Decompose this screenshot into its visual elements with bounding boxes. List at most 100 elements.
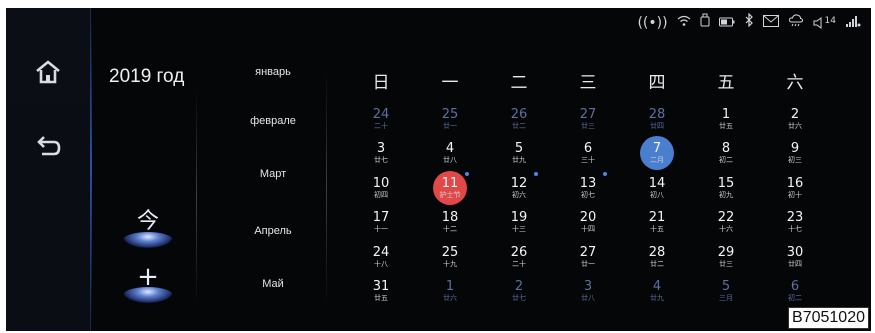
- calendar-day[interactable]: 11 护士节: [420, 175, 480, 200]
- event-dot: [603, 171, 607, 176]
- calendar-day[interactable]: 6 三十: [558, 142, 618, 165]
- day-number: 27: [579, 107, 597, 122]
- calendar-day[interactable]: 26 二十: [489, 245, 549, 269]
- lunar-date: 初二: [719, 156, 733, 165]
- lunar-date: 护士节: [439, 190, 461, 199]
- month-item[interactable]: феврале: [228, 115, 318, 127]
- day-number: 22: [717, 210, 735, 226]
- add-event-button[interactable]: +: [119, 262, 177, 307]
- home-icon[interactable]: [30, 54, 66, 90]
- calendar-day[interactable]: 31 廿五: [351, 280, 411, 303]
- calendar-day[interactable]: 17 十一: [351, 211, 411, 234]
- calendar-day[interactable]: 14 初八: [627, 176, 687, 200]
- calendar-day[interactable]: 18 十二: [420, 211, 480, 234]
- calendar-day[interactable]: 23 十七: [765, 211, 825, 234]
- day-number: 10: [372, 175, 390, 191]
- calendar-day[interactable]: 29 廿三: [696, 245, 756, 269]
- day-number: 4: [445, 141, 455, 157]
- month-item[interactable]: январь: [228, 66, 318, 78]
- calendar-day[interactable]: 26 廿二: [489, 108, 549, 131]
- month-item[interactable]: Май: [228, 278, 318, 290]
- day-number: 23: [786, 210, 804, 226]
- lunar-date: 初六: [512, 190, 526, 199]
- calendar-day[interactable]: 27 廿三: [558, 108, 618, 131]
- day-number: 1: [445, 279, 455, 294]
- calendar-day[interactable]: 4 廿八: [420, 142, 480, 165]
- calendar-day[interactable]: 10 初四: [351, 175, 411, 200]
- lunar-date: 二月: [650, 156, 664, 165]
- day-number: 4: [652, 279, 662, 294]
- lunar-date: 廿一: [443, 122, 457, 130]
- calendar-day[interactable]: 27 廿一: [558, 245, 618, 269]
- lunar-date: 十六: [719, 225, 733, 234]
- cellular-icon: [845, 13, 861, 33]
- today-icon: 今: [136, 209, 159, 234]
- lunar-date: 初九: [719, 190, 733, 199]
- calendar-day[interactable]: 3 廿七: [351, 142, 411, 165]
- mail-icon: [762, 13, 779, 33]
- day-number: 11: [441, 175, 459, 191]
- lunar-date: 廿四: [788, 259, 802, 268]
- calendar-day[interactable]: 19 十三: [489, 211, 549, 234]
- calendar-day[interactable]: 25 十九: [420, 245, 480, 269]
- calendar-day[interactable]: 2 廿七: [489, 280, 549, 303]
- weekday-header: 日: [372, 73, 390, 93]
- calendar-day[interactable]: 21 十五: [627, 211, 687, 234]
- calendar-day[interactable]: 28 廿四: [627, 108, 687, 131]
- calendar-day[interactable]: 3 廿八: [558, 280, 618, 303]
- calendar-day[interactable]: 24 十八: [351, 244, 411, 269]
- calendar-day[interactable]: 8 初二: [696, 142, 756, 165]
- calendar-day[interactable]: 5 三月: [696, 280, 756, 303]
- calendar-day[interactable]: 28 廿二: [627, 244, 687, 269]
- day-number: 3: [583, 279, 593, 294]
- event-dot: [465, 171, 469, 176]
- event-dot: [534, 171, 538, 176]
- lunar-date: 二十: [512, 259, 526, 268]
- lunar-date: 十二: [443, 225, 457, 234]
- lunar-date: 廿二: [650, 259, 664, 268]
- calendar-day[interactable]: 15 初九: [696, 176, 756, 200]
- lunar-date: 廿一: [581, 259, 595, 268]
- today-button[interactable]: 今: [119, 210, 177, 252]
- day-number: 28: [648, 244, 666, 260]
- calendar-day[interactable]: 30 廿四: [765, 245, 825, 269]
- calendar-day[interactable]: 20 十四: [558, 211, 618, 234]
- volume-level: 14: [824, 16, 836, 27]
- month-item[interactable]: Апрель: [228, 225, 318, 237]
- back-icon[interactable]: [30, 128, 66, 164]
- calendar-day[interactable]: 7 二月: [627, 142, 687, 165]
- add-icon: +: [137, 262, 159, 292]
- radio-signal-icon: ((•)): [637, 15, 668, 31]
- calendar-day[interactable]: 1 廿五: [696, 108, 756, 131]
- calendar-day[interactable]: 13 初七: [558, 175, 618, 200]
- lunar-date: 初二: [788, 294, 802, 302]
- calendar-day[interactable]: 6 初二: [765, 280, 825, 303]
- calendar-day[interactable]: 4 廿九: [627, 280, 687, 303]
- calendar-day[interactable]: 1 廿六: [420, 280, 480, 303]
- lunar-date: 廿八: [443, 156, 457, 165]
- lunar-date: 初十: [788, 190, 802, 199]
- lunar-date: 十三: [512, 225, 526, 234]
- pedestal-glow: [123, 232, 173, 248]
- month-item[interactable]: Март: [228, 168, 318, 180]
- calendar-day[interactable]: 12 初六: [489, 176, 549, 200]
- calendar-day[interactable]: 9 初三: [765, 142, 825, 165]
- lunar-date: 廿八: [581, 294, 595, 302]
- calendar-day[interactable]: 16 初十: [765, 176, 825, 200]
- weekday-header: 二: [510, 73, 528, 93]
- left-nav: [6, 8, 92, 331]
- lunar-date: 廿四: [650, 122, 664, 130]
- calendar-day[interactable]: 22 十六: [696, 211, 756, 234]
- day-number: 1: [721, 107, 731, 122]
- day-number: 6: [790, 279, 800, 294]
- day-number: 13: [579, 175, 597, 191]
- calendar-screen: ((•)) 14 2019 год 今 + январь феврале Мар…: [6, 8, 871, 331]
- calendar-day[interactable]: 5 廿九: [489, 142, 549, 165]
- lunar-date: 廿三: [581, 122, 595, 130]
- calendar-day[interactable]: 24 二十: [351, 108, 411, 131]
- calendar-day[interactable]: 2 廿六: [765, 108, 825, 131]
- calendar-day[interactable]: 25 廿一: [420, 108, 480, 131]
- day-number: 24: [372, 244, 390, 260]
- weekday-header: 四: [648, 73, 666, 93]
- lunar-date: 二十: [374, 122, 388, 130]
